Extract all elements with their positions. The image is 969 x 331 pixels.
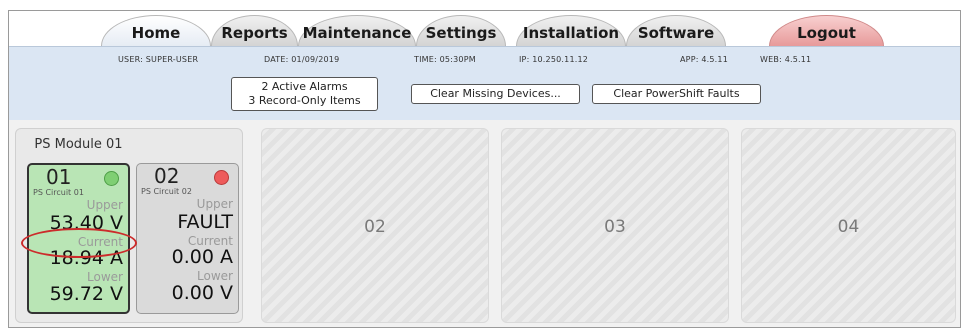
slot-number: 02 xyxy=(364,217,386,237)
date-info: DATE: 01/09/2019 xyxy=(264,55,340,64)
lower-value: 0.00 V xyxy=(171,282,233,304)
lower-label: Lower xyxy=(197,269,233,283)
status-fault-icon xyxy=(214,170,229,185)
active-alarms-text: 2 Active Alarms xyxy=(261,80,348,93)
time-info: TIME: 05:30PM xyxy=(414,55,476,64)
slot-number: 03 xyxy=(604,217,626,237)
ps-module-panel[interactable]: PS Module 01 01 PS Circuit 01 Upper 53.4… xyxy=(15,128,243,323)
lower-value: 59.72 V xyxy=(49,283,123,305)
app-frame: Home Reports Maintenance Settings Instal… xyxy=(8,10,961,328)
tab-software[interactable]: Software xyxy=(626,15,726,46)
clear-powershift-faults-button[interactable]: Clear PowerShift Faults xyxy=(592,84,761,104)
module-slot-03[interactable]: 03 xyxy=(501,128,729,323)
modules-area: PS Module 01 01 PS Circuit 01 Upper 53.4… xyxy=(9,120,960,327)
tab-software-label: Software xyxy=(637,24,715,42)
record-only-text: 3 Record-Only Items xyxy=(248,94,361,107)
module-slot-04[interactable]: 04 xyxy=(741,128,956,323)
lower-label: Lower xyxy=(87,270,123,284)
tab-installation[interactable]: Installation xyxy=(516,15,626,46)
tab-bar: Home Reports Maintenance Settings Instal… xyxy=(9,11,960,46)
status-header: USER: SUPER-USER DATE: 01/09/2019 TIME: … xyxy=(9,46,960,121)
status-ok-icon xyxy=(104,171,119,186)
module-slot-02[interactable]: 02 xyxy=(261,128,489,323)
tab-reports-label: Reports xyxy=(221,24,288,42)
tab-installation-label: Installation xyxy=(522,24,620,42)
slot-number: 04 xyxy=(837,217,860,237)
alarms-button[interactable]: 2 Active Alarms 3 Record-Only Items xyxy=(231,77,378,111)
tab-logout-label: Logout xyxy=(797,24,856,42)
circuit-name: PS Circuit 02 xyxy=(141,187,192,196)
tab-logout[interactable]: Logout xyxy=(769,15,884,46)
web-version: WEB: 4.5.11 xyxy=(760,55,812,64)
tab-home[interactable]: Home xyxy=(101,15,211,46)
ip-info: IP: 10.250.11.12 xyxy=(519,55,589,64)
upper-label: Upper xyxy=(86,198,123,212)
tab-settings[interactable]: Settings xyxy=(416,15,506,46)
module-title: PS Module 01 xyxy=(34,137,123,152)
current-highlight-ellipse xyxy=(21,228,137,258)
upper-value: FAULT xyxy=(177,211,233,233)
clear-missing-devices-button[interactable]: Clear Missing Devices... xyxy=(411,84,580,104)
tab-maintenance-label: Maintenance xyxy=(302,24,412,42)
app-version: APP: 4.5.11 xyxy=(680,55,729,64)
circuit-number: 01 xyxy=(46,165,72,189)
tab-maintenance[interactable]: Maintenance xyxy=(298,15,416,46)
circuit-card-02[interactable]: 02 PS Circuit 02 Upper FAULT Current 0.0… xyxy=(136,163,239,314)
current-value: 0.00 A xyxy=(171,246,233,268)
tab-home-label: Home xyxy=(131,24,181,42)
tab-reports[interactable]: Reports xyxy=(211,15,298,46)
upper-label: Upper xyxy=(196,197,233,211)
circuit-name: PS Circuit 01 xyxy=(33,188,84,197)
tab-settings-label: Settings xyxy=(425,24,497,42)
user-info: USER: SUPER-USER xyxy=(118,55,199,64)
circuit-number: 02 xyxy=(154,164,180,188)
